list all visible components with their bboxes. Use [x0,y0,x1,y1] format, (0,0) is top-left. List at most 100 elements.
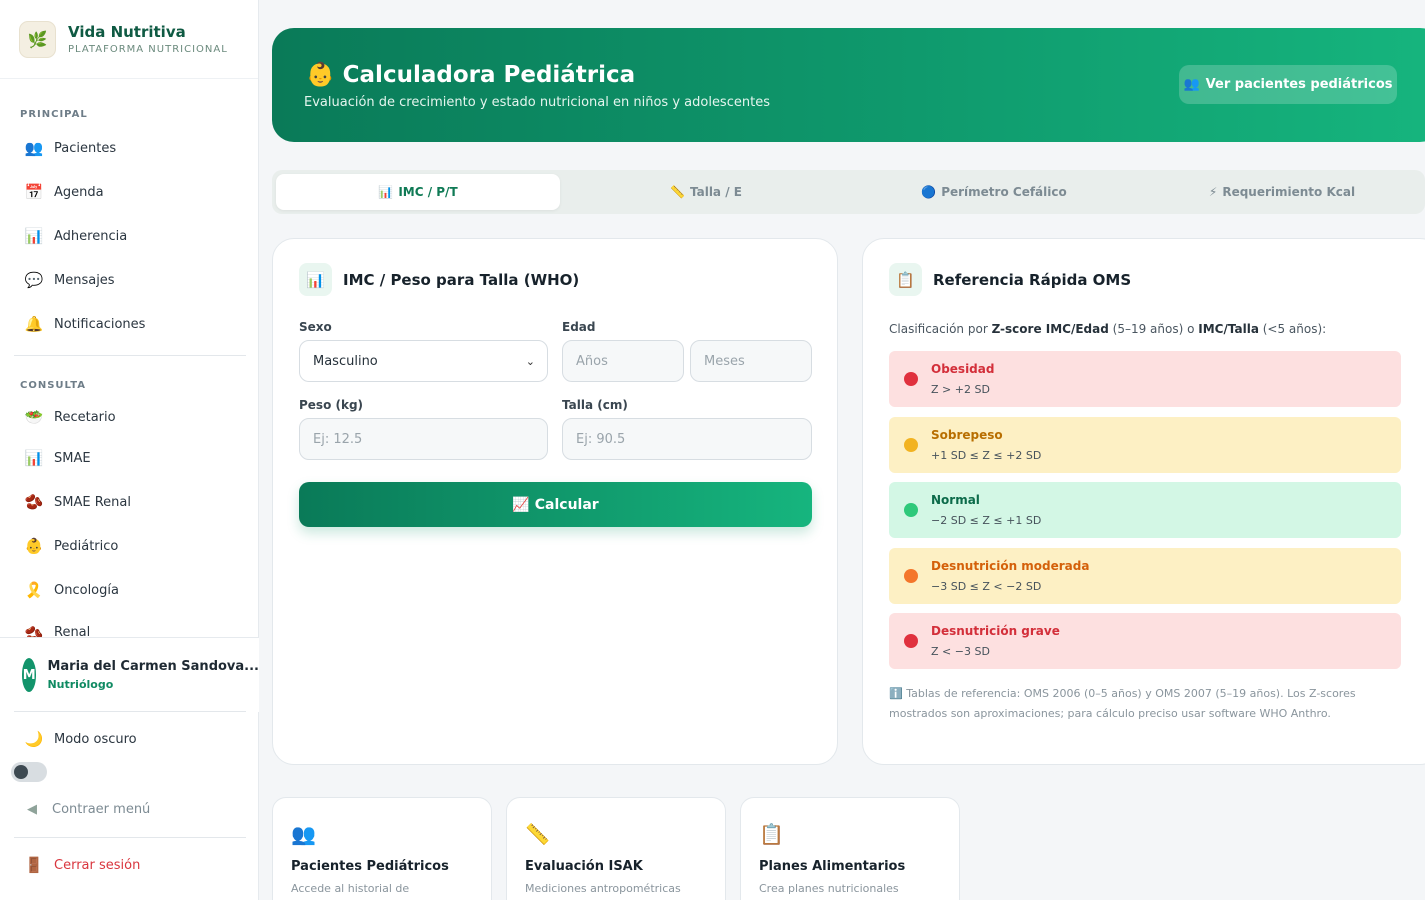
talla-input[interactable]: Ej: 90.5 [562,418,812,460]
classification-row: Sobrepeso +1 SD ≤ Z ≤ +2 SD [889,416,1401,473]
page-subtitle: Evaluación de crecimiento y estado nutri… [304,95,770,110]
status-dot-icon [904,372,918,386]
meses-input[interactable]: Meses [690,340,812,382]
reference-title: Referencia Rápida OMS [933,270,1132,289]
avatar: M [22,658,37,692]
sexo-label: Sexo [299,320,332,334]
status-dot-icon [904,503,918,517]
intro-bold: IMC/Talla [1198,322,1259,336]
sidebar-item-smae[interactable]: 📊 SMAE [14,439,246,477]
tab-requerimiento[interactable]: ⚡ Requerimiento Kcal [1140,174,1424,210]
brand-header[interactable]: 🌿 Vida Nutritiva PLATAFORMA NUTRICIONAL [0,0,258,79]
classification-range: −2 SD ≤ Z ≤ +1 SD [931,514,1042,527]
tab-label: Perímetro Cefálico [941,185,1067,199]
intro-text: Clasificación por [889,322,992,336]
sidebar-item-mensajes[interactable]: 💬 Mensajes [14,261,246,299]
dark-mode-row: 🌙 Modo oscuro [14,720,246,758]
anos-input[interactable]: Años [562,340,684,382]
sidebar-item-label: Pacientes [54,140,117,156]
peso-input[interactable]: Ej: 12.5 [299,418,548,460]
sidebar-item-label: Notificaciones [54,316,146,332]
sidebar-item-label: Recetario [54,409,116,425]
calendar-icon: 📅 [24,183,44,201]
peso-label: Peso (kg) [299,398,364,412]
brand-subtitle: PLATAFORMA NUTRICIONAL [68,44,228,55]
sexo-value: Masculino [313,353,378,369]
bar-chart-icon: 📊 [299,263,332,296]
tab-talla[interactable]: 📏 Talla / E [564,174,848,210]
quick-link-title: Pacientes Pediátricos [291,859,449,874]
sidebar-item-agenda[interactable]: 📅 Agenda [14,173,246,211]
quick-link-subtitle: Crea planes nutricionales [759,882,899,895]
sidebar-item-notificaciones[interactable]: 🔔 Notificaciones [14,305,246,343]
classification-range: Z < −3 SD [931,645,990,658]
users-icon: 👥 [291,822,316,846]
classification-name: Sobrepeso [931,427,1003,442]
classification-row: Desnutrición grave Z < −3 SD [889,613,1401,669]
quick-link-isak[interactable]: 📏 Evaluación ISAK Mediciones antropométr… [506,797,726,900]
sidebar-item-label: Pediátrico [54,538,119,554]
view-pediatric-patients-button[interactable]: 👥 Ver pacientes pediátricos [1179,65,1397,104]
quick-link-planes[interactable]: 📋 Planes Alimentarios Crea planes nutric… [740,797,960,900]
calculator-tabs: 📊 IMC / P/T 📏 Talla / E 🔵 Perímetro Cefá… [272,170,1425,214]
brand-name: Vida Nutritiva [68,23,186,41]
classification-range: −3 SD ≤ Z < −2 SD [931,579,1042,593]
bell-icon: 🔔 [24,315,44,333]
classification-range: +1 SD ≤ Z ≤ +2 SD [931,448,1042,462]
tab-label: IMC / P/T [398,185,458,199]
section-label-principal: PRINCIPAL [20,109,88,120]
logout-button[interactable]: 🚪 Cerrar sesión [14,846,246,884]
sidebar-item-adherencia[interactable]: 📊 Adherencia [14,217,246,255]
sidebar-item-recetario[interactable]: 🥗 Recetario [14,398,246,436]
leaf-logo-icon: 🌿 [19,20,56,58]
page-title: 👶 Calculadora Pediátrica [306,61,635,88]
quick-link-pacientes[interactable]: 👥 Pacientes Pediátricos Accede al histor… [272,797,492,900]
reference-intro: Clasificación por Z-score IMC/Edad (5–19… [889,322,1326,336]
dark-mode-label: Modo oscuro [54,731,137,747]
kidney-icon: 🫘 [24,625,44,637]
status-dot-icon [904,437,918,452]
baby-icon: 👶 [306,62,335,88]
blue-circle-icon: 🔵 [921,185,937,199]
clipboard-icon: 📋 [759,822,784,846]
classification-name: Desnutrición grave [931,624,1060,638]
user-name: Maria del Carmen Sandova... [47,659,259,674]
tab-perimetro[interactable]: 🔵 Perímetro Cefálico [852,174,1136,210]
users-icon: 👥 [24,139,44,157]
sidebar-item-label: Oncología [54,582,119,598]
sidebar-item-pacientes[interactable]: 👥 Pacientes [14,129,246,167]
collapse-menu-button[interactable]: ◀ Contraer menú [14,790,246,828]
sidebar-item-label: SMAE [54,450,91,466]
sidebar-item-label: Adherencia [54,228,128,244]
sidebar-divider [14,711,246,712]
sexo-select[interactable]: Masculino ⌄ [299,340,548,382]
classification-row: Obesidad Z > +2 SD [889,351,1401,407]
sidebar-item-label: SMAE Renal [54,494,131,510]
tab-label: Requerimiento Kcal [1222,185,1356,199]
imc-form-card: 📊 IMC / Peso para Talla (WHO) Sexo Edad … [272,238,838,765]
ribbon-icon: 🎗️ [24,581,44,599]
tab-label: Talla / E [689,185,742,199]
recipe-icon: 🥗 [24,408,44,426]
user-profile[interactable]: M Maria del Carmen Sandova... Nutriólogo [0,637,259,712]
sidebar-item-oncologia[interactable]: 🎗️ Oncología [14,571,246,609]
chevron-down-icon: ⌄ [525,354,535,368]
sidebar-item-pediatrico[interactable]: 👶 Pediátrico [14,527,246,565]
dark-mode-toggle[interactable] [11,762,47,782]
edad-label: Edad [562,320,596,334]
sidebar-item-smae-renal[interactable]: 🫘 SMAE Renal [14,483,246,521]
tab-imc[interactable]: 📊 IMC / P/T [276,174,560,210]
sidebar-item-renal[interactable]: 🫘 Renal [14,615,246,637]
hero-banner: 👶 Calculadora Pediátrica Evaluación de c… [272,28,1425,142]
classification-name: Desnutrición moderada [931,558,1090,573]
bar-chart-icon: 📊 [24,227,44,245]
toggle-knob [14,765,28,779]
ruler-icon: 📏 [670,185,685,199]
ruler-icon: 📏 [525,822,550,846]
section-label-consulta: CONSULTA [20,380,87,391]
calculate-button[interactable]: 📈 Calcular [299,482,812,527]
reference-note-text: Tablas de referencia: OMS 2006 (0–5 años… [889,687,1356,720]
quick-link-title: Planes Alimentarios [759,859,906,874]
info-icon: ℹ️ [889,687,903,700]
talla-label: Talla (cm) [562,398,628,412]
